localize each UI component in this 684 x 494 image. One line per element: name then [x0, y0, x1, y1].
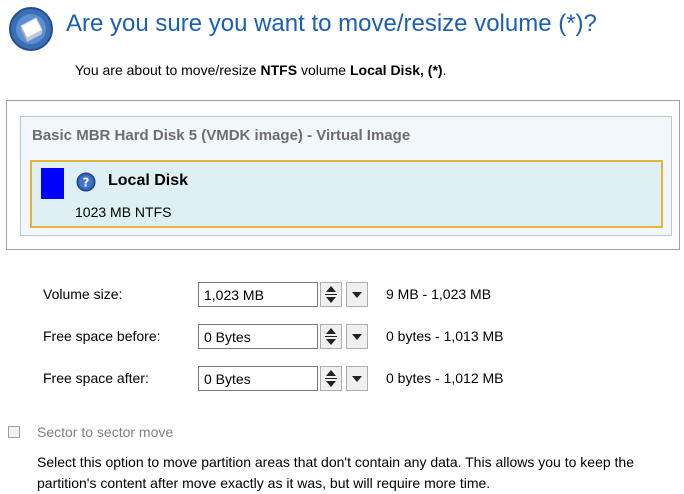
partition-color-bar: [41, 168, 64, 199]
dropdown-arrow-icon: [352, 334, 362, 340]
volume-size-input[interactable]: 1,023 MB: [198, 282, 318, 307]
volume-size-spin[interactable]: [320, 282, 342, 307]
subtitle-text: You are about to move/resize: [75, 62, 261, 78]
spin-arrows-icon: [325, 370, 337, 387]
subtitle-filesystem: NTFS: [260, 62, 298, 78]
spin-arrows-icon: [325, 328, 337, 345]
free-space-before-input[interactable]: 0 Bytes: [198, 324, 318, 349]
free-space-after-input[interactable]: 0 Bytes: [198, 366, 318, 391]
disk-wizard-icon: [8, 6, 54, 52]
free-space-after-dropdown[interactable]: [346, 366, 368, 391]
free-space-before-range: 0 bytes - 1,013 MB: [386, 328, 504, 344]
sector-move-description: Select this option to move partition are…: [37, 454, 634, 491]
free-space-before-dropdown[interactable]: [346, 324, 368, 349]
partition-name: Local Disk: [108, 172, 189, 189]
free-space-after-label: Free space after:: [43, 370, 149, 386]
disk-header: Basic MBR Hard Disk 5 (VMDK image) - Vir…: [32, 127, 411, 144]
free-space-before-spin[interactable]: [320, 324, 342, 349]
svg-text:?: ?: [83, 176, 90, 190]
page-title: Are you sure you want to move/resize vol…: [66, 10, 597, 37]
subtitle-text-suffix: .: [442, 62, 447, 78]
volume-size-range: 9 MB - 1,023 MB: [386, 286, 492, 302]
subtitle-text-middle: volume: [297, 62, 350, 78]
free-space-after-range: 0 bytes - 1,012 MB: [386, 370, 504, 386]
free-space-after-spin[interactable]: [320, 366, 342, 391]
free-space-before-label: Free space before:: [43, 328, 161, 344]
partition-info: 1023 MB NTFS: [75, 204, 172, 220]
volume-size-dropdown[interactable]: [346, 282, 368, 307]
page-subtitle: You are about to move/resize NTFS volume…: [75, 62, 446, 78]
subtitle-volume-name: Local Disk, (*): [349, 62, 443, 78]
help-icon: ?: [76, 172, 96, 192]
sector-move-checkbox[interactable]: [8, 426, 20, 438]
sector-move-label: Sector to sector move: [37, 424, 174, 440]
volume-size-label: Volume size:: [43, 286, 123, 302]
dropdown-arrow-icon: [352, 376, 362, 382]
spin-arrows-icon: [325, 286, 337, 303]
dropdown-arrow-icon: [352, 292, 362, 298]
